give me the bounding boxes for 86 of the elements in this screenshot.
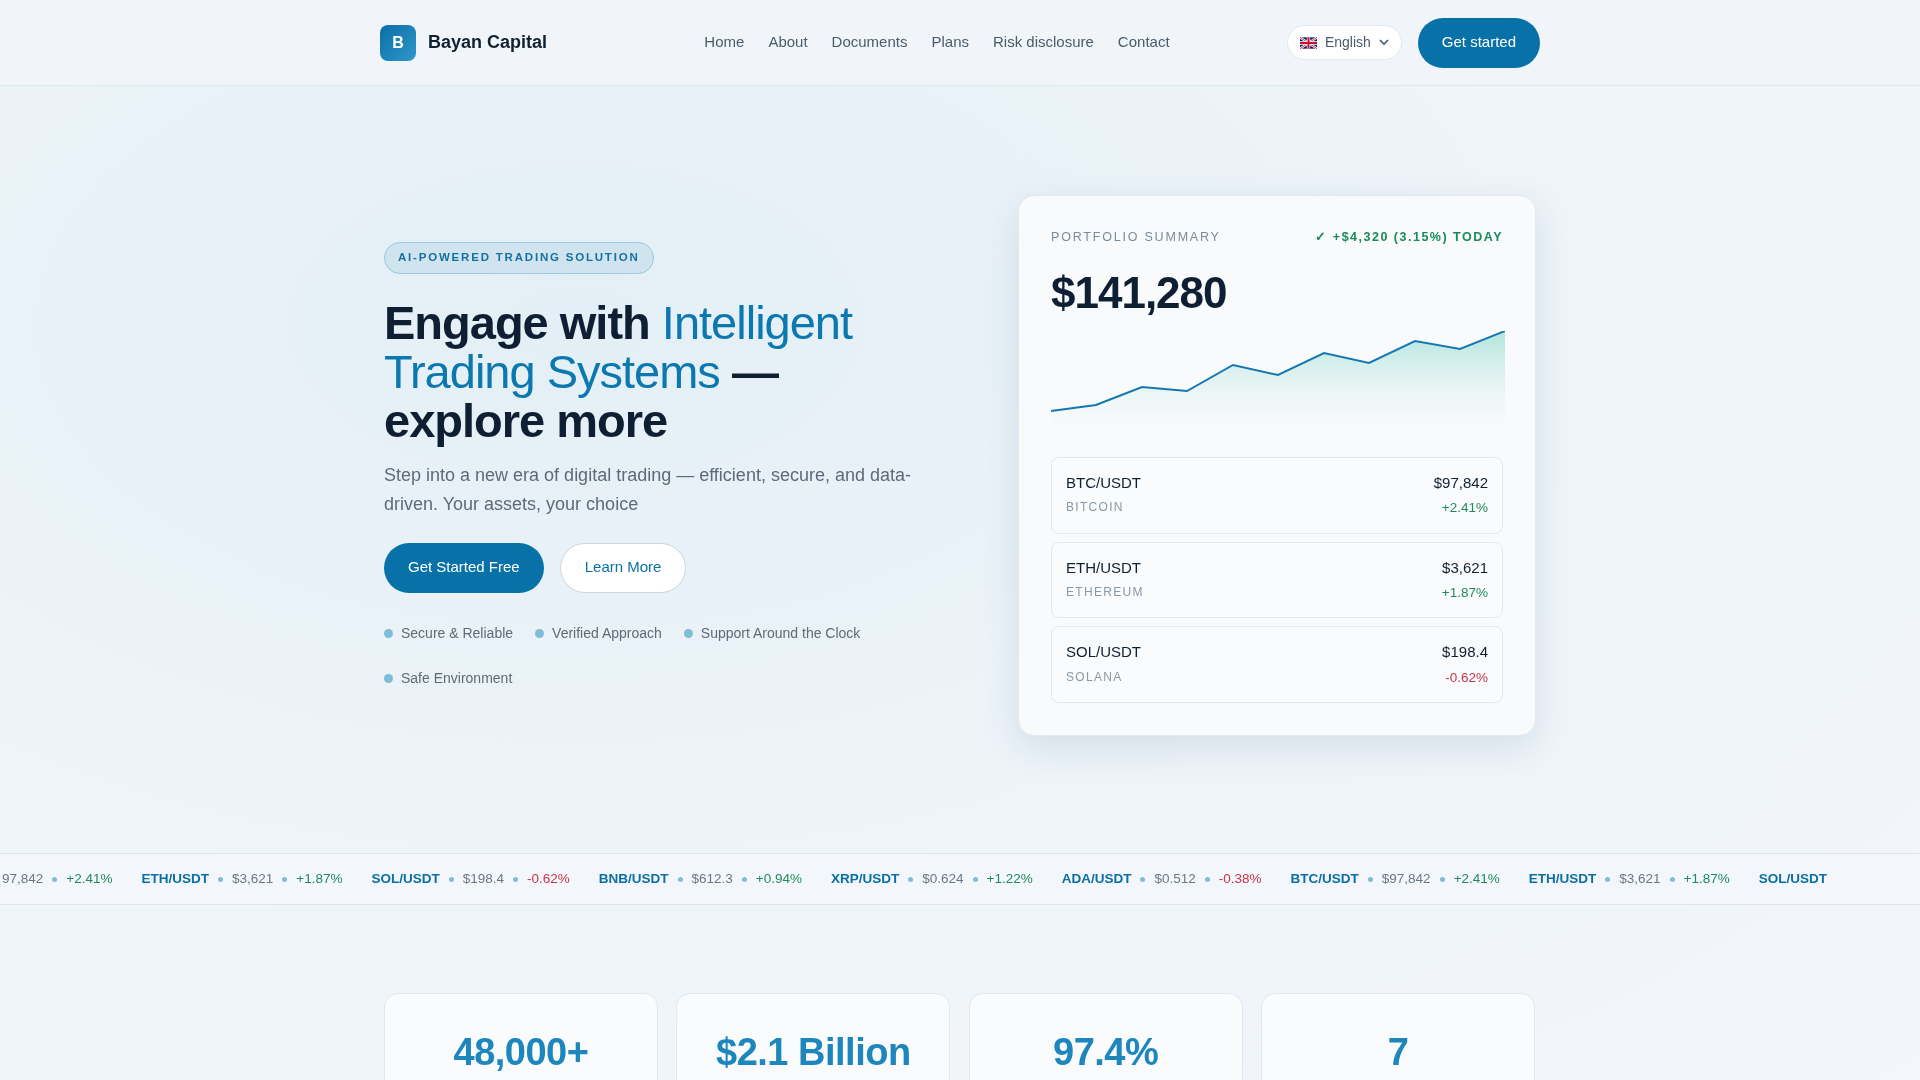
- portfolio-total: $141,280: [1051, 270, 1228, 315]
- get-started-button[interactable]: Get started: [1417, 17, 1540, 68]
- separator-dot-icon: [1204, 876, 1210, 882]
- asset-name: SOLANA: [1066, 668, 1124, 686]
- asset-row[interactable]: ETH/USDT ETHEREUM $3,621 +1.87%: [1051, 541, 1503, 619]
- ticker-change: +0.94%: [755, 869, 802, 888]
- ticker-price: $0.512: [1154, 869, 1196, 888]
- tagline-badge: AI-POWERED TRADING SOLUTION: [384, 242, 654, 274]
- bullet-dot-icon: [384, 628, 393, 638]
- ticker-pair: SOL/USDT: [1758, 869, 1828, 888]
- stat-value: 48,000+: [453, 1032, 589, 1074]
- asset-pair: ETH/USDT: [1066, 557, 1142, 578]
- bullet-dot-icon: [535, 628, 545, 638]
- separator-dot-icon: [513, 876, 518, 882]
- ticker-pair: ETH/USDT: [1528, 869, 1597, 888]
- asset-price: $3,621: [1442, 557, 1488, 578]
- get-started-free-button[interactable]: Get Started Free: [384, 542, 544, 593]
- separator-dot-icon: [282, 876, 288, 882]
- ticker-change: +1.87%: [296, 869, 343, 888]
- ticker-change: +2.41%: [1453, 869, 1500, 888]
- ticker-price: $3,621: [231, 869, 274, 888]
- card-label: PORTFOLIO SUMMARY: [1051, 229, 1221, 246]
- ticker-change: +1.22%: [986, 869, 1033, 888]
- ticker-price: 97,842: [2, 869, 44, 888]
- ticker-pair: SOL/USDT: [371, 869, 440, 888]
- asset-name: BITCOIN: [1066, 499, 1125, 517]
- asset-pair: BTC/USDT: [1066, 472, 1141, 493]
- ticker-pair: BTC/USDT: [1290, 869, 1359, 888]
- separator-dot-icon: [908, 876, 914, 882]
- ticker-price: $97,842: [1381, 869, 1431, 888]
- feature-label: Safe Environment: [401, 668, 513, 688]
- asset-name: ETHEREUM: [1066, 584, 1144, 601]
- asset-row[interactable]: SOL/USDT SOLANA $198.4 -0.62%: [1051, 626, 1503, 703]
- brand-name[interactable]: Bayan Capital: [428, 29, 548, 56]
- separator-dot-icon: [741, 876, 747, 882]
- ticker-change: -0.62%: [527, 869, 570, 888]
- ticker-pair: ETH/USDT: [141, 869, 209, 888]
- separator-dot-icon: [677, 876, 683, 882]
- ticker-change: -0.38%: [1218, 869, 1262, 888]
- feature-label: Secure & Reliable: [401, 623, 514, 643]
- language-selector[interactable]: English: [1286, 25, 1402, 60]
- separator-dot-icon: [217, 876, 223, 882]
- separator-dot-icon: [448, 876, 454, 882]
- asset-change: +2.41%: [1441, 499, 1488, 518]
- asset-row[interactable]: BTC/USDT BITCOIN $97,842 +2.41%: [1051, 456, 1503, 534]
- stat-value: 7: [1387, 1032, 1409, 1074]
- separator-dot-icon: [1605, 876, 1611, 882]
- feature-label: Support Around the Clock: [700, 623, 861, 643]
- chevron-down-icon: [1378, 39, 1389, 46]
- ticker-pair: XRP/USDT: [831, 869, 900, 888]
- stat-value: $2.1 Billion: [716, 1032, 911, 1074]
- nav-link[interactable]: Risk disclosure: [993, 31, 1094, 54]
- ticker-price: $612.3: [691, 869, 733, 888]
- asset-pair: SOL/USDT: [1066, 642, 1141, 663]
- separator-dot-icon: [1140, 876, 1146, 882]
- asset-change: -0.62%: [1445, 668, 1488, 687]
- nav-link[interactable]: Plans: [931, 31, 969, 54]
- stat-value: 97.4%: [1053, 1032, 1159, 1074]
- logo-icon[interactable]: B: [380, 24, 416, 61]
- ticker-change: +1.87%: [1683, 869, 1730, 888]
- nav-link[interactable]: Documents: [831, 31, 908, 54]
- daily-change: ✓ +$4,320 (3.15%) TODAY: [1315, 229, 1503, 246]
- hero-subtitle: Step into a new era of digital trading — efficient, secure, and data-driven. Your assets, your choice: [384, 463, 912, 516]
- flag-icon: [1299, 36, 1317, 49]
- bullet-dot-icon: [683, 628, 693, 638]
- learn-more-button[interactable]: Learn More: [559, 542, 687, 593]
- bullet-dot-icon: [384, 673, 393, 683]
- asset-price: $97,842: [1433, 472, 1488, 493]
- ticker-pair: ADA/USDT: [1061, 869, 1132, 888]
- ticker-price: $0.624: [922, 869, 964, 888]
- ticker-price: $198.4: [462, 869, 504, 888]
- ticker-pair: BNB/USDT: [598, 869, 669, 888]
- nav-link[interactable]: About: [768, 31, 808, 54]
- asset-price: $198.4: [1442, 642, 1488, 663]
- feature-label: Verified Approach: [552, 623, 662, 643]
- ticker-price: $3,621: [1619, 869, 1661, 888]
- asset-change: +1.87%: [1441, 584, 1488, 602]
- separator-dot-icon: [1367, 876, 1373, 882]
- ticker-change: +2.41%: [66, 869, 113, 888]
- separator-dot-icon: [1439, 876, 1445, 882]
- separator-dot-icon: [972, 876, 978, 882]
- nav-link[interactable]: Home: [704, 31, 745, 54]
- nav-link[interactable]: Contact: [1117, 31, 1170, 54]
- hero-heading: Engage with Intelligent Trading Systems — explore more: [384, 297, 854, 445]
- separator-dot-icon: [1669, 876, 1675, 882]
- separator-dot-icon: [52, 876, 58, 882]
